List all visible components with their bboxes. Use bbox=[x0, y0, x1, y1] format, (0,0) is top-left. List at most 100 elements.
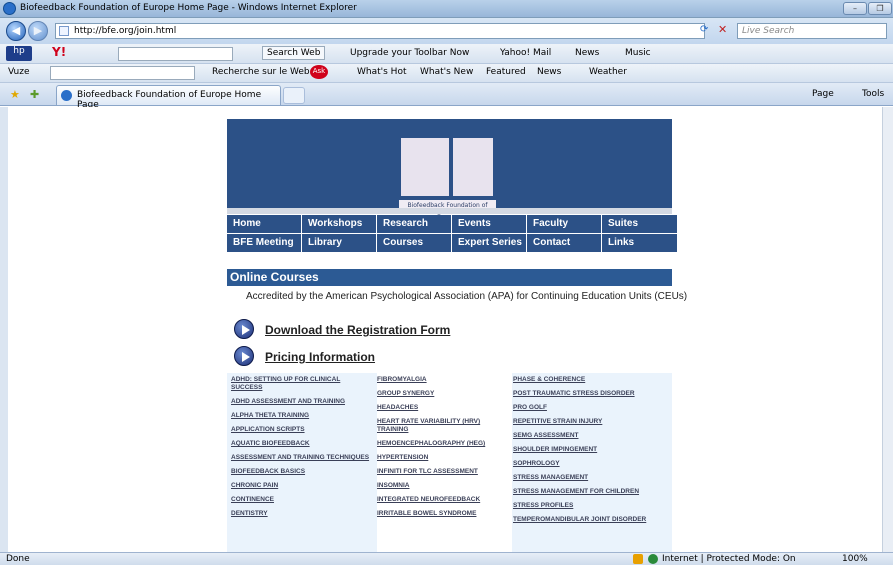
nav-courses[interactable]: Courses bbox=[377, 234, 451, 252]
course-link[interactable]: APPLICATION SCRIPTS bbox=[231, 426, 371, 434]
nav-links[interactable]: Links bbox=[602, 234, 677, 252]
pricing-information-link[interactable]: Pricing Information bbox=[265, 350, 375, 364]
nav-bfe-meeting[interactable]: BFE Meeting bbox=[227, 234, 301, 252]
yahoo-icon[interactable]: Y! bbox=[52, 45, 66, 59]
course-link[interactable]: CHRONIC PAIN bbox=[231, 482, 371, 490]
nav-faculty[interactable]: Faculty bbox=[527, 215, 601, 233]
course-link[interactable]: INTEGRATED NEUROFEEDBACK bbox=[377, 496, 512, 504]
weather-link[interactable]: Weather bbox=[589, 67, 627, 77]
section-title: Online Courses bbox=[227, 269, 672, 286]
security-icon bbox=[633, 554, 643, 564]
course-link[interactable]: STRESS MANAGEMENT FOR CHILDREN bbox=[513, 488, 672, 496]
vuze-search-input[interactable] bbox=[50, 66, 195, 80]
nav-contact[interactable]: Contact bbox=[527, 234, 601, 252]
zone-text: Internet | Protected Mode: On bbox=[662, 554, 796, 564]
ie-logo-icon bbox=[3, 2, 16, 15]
course-link[interactable]: HEADACHES bbox=[377, 404, 512, 412]
featured-link[interactable]: Featured bbox=[486, 67, 526, 77]
address-bar-row: ◀ ▶ http://bfe.org/join.html ⟳ ✕ Live Se… bbox=[0, 18, 893, 44]
course-link[interactable]: PHASE & COHERENCE bbox=[513, 376, 672, 384]
course-link[interactable]: SOPHROLOGY bbox=[513, 460, 672, 468]
upgrade-toolbar-link[interactable]: Upgrade your Toolbar Now bbox=[350, 48, 469, 58]
url-text: http://bfe.org/join.html bbox=[74, 26, 177, 36]
recherche-link[interactable]: Recherche sur le Web bbox=[212, 67, 310, 77]
banner-strip bbox=[227, 208, 672, 214]
nav-suites[interactable]: Suites bbox=[602, 215, 677, 233]
whats-hot-link[interactable]: What's Hot bbox=[357, 67, 406, 77]
ask-icon[interactable]: Ask bbox=[310, 65, 328, 79]
page-icon bbox=[59, 26, 69, 36]
course-link[interactable]: BIOFEEDBACK BASICS bbox=[231, 468, 371, 476]
nav-research[interactable]: Research bbox=[377, 215, 451, 233]
vuze-toolbar: Vuze Recherche sur le Web Ask What's Hot… bbox=[0, 64, 893, 83]
left-frame bbox=[0, 107, 8, 552]
course-link[interactable]: SHOULDER IMPINGEMENT bbox=[513, 446, 672, 454]
course-link[interactable]: REPETITIVE STRAIN INJURY bbox=[513, 418, 672, 426]
nav-home[interactable]: Home bbox=[227, 215, 301, 233]
nav-expert-series[interactable]: Expert Series bbox=[452, 234, 526, 252]
pricing-play-icon[interactable] bbox=[234, 346, 254, 366]
course-link[interactable]: SEMG ASSESSMENT bbox=[513, 432, 672, 440]
course-link[interactable]: TEMPEROMANDIBULAR JOINT DISORDER bbox=[513, 516, 672, 524]
course-link[interactable]: POST TRAUMATIC STRESS DISORDER bbox=[513, 390, 672, 398]
zoom-level[interactable]: 100% bbox=[842, 554, 868, 564]
course-link[interactable]: ADHD ASSESSMENT AND TRAINING bbox=[231, 398, 371, 406]
window-title: Biofeedback Foundation of Europe Home Pa… bbox=[20, 3, 357, 13]
vuze-label[interactable]: Vuze bbox=[8, 67, 30, 77]
nav-events[interactable]: Events bbox=[452, 215, 526, 233]
download-registration-link[interactable]: Download the Registration Form bbox=[265, 323, 450, 337]
news-link[interactable]: News bbox=[575, 48, 599, 58]
search-web-button[interactable]: Search Web bbox=[262, 46, 326, 60]
course-link[interactable]: INFINITI FOR TLC ASSESSMENT bbox=[377, 468, 512, 476]
course-link[interactable]: GROUP SYNERGY bbox=[377, 390, 512, 398]
tab-ie-icon bbox=[61, 90, 72, 101]
refresh-icon[interactable]: ⟳ bbox=[700, 24, 708, 35]
page-menu[interactable]: Page bbox=[812, 89, 834, 99]
course-link[interactable]: DENTISTRY bbox=[231, 510, 371, 518]
tab-active[interactable]: Biofeedback Foundation of Europe Home Pa… bbox=[56, 85, 281, 110]
course-link[interactable]: CONTINENCE bbox=[231, 496, 371, 504]
forward-button[interactable]: ▶ bbox=[28, 21, 48, 41]
favorites-star-icon[interactable]: ★ bbox=[10, 88, 20, 101]
course-link[interactable]: AQUATIC BIOFEEDBACK bbox=[231, 440, 371, 448]
course-link[interactable]: HYPERTENSION bbox=[377, 454, 512, 462]
yahoo-toolbar: hp Y! Search Web Upgrade your Toolbar No… bbox=[0, 44, 893, 64]
minimize-button[interactable]: – bbox=[843, 2, 867, 15]
live-search-input[interactable]: Live Search bbox=[737, 23, 887, 39]
music-link[interactable]: Music bbox=[625, 48, 651, 58]
course-link[interactable]: STRESS PROFILES bbox=[513, 502, 672, 510]
yahoo-mail-link[interactable]: Yahoo! Mail bbox=[500, 48, 551, 58]
course-link[interactable]: ASSESSMENT AND TRAINING TECHNIQUES bbox=[231, 454, 371, 462]
course-link[interactable]: STRESS MANAGEMENT bbox=[513, 474, 672, 482]
course-link[interactable]: HEART RATE VARIABILITY (HRV) TRAINING bbox=[377, 418, 512, 434]
course-link[interactable]: PRO GOLF bbox=[513, 404, 672, 412]
nav-workshops[interactable]: Workshops bbox=[302, 215, 376, 233]
site-banner: Biofeedback Foundation of Europe bbox=[227, 119, 672, 221]
title-bar: Biofeedback Foundation of Europe Home Pa… bbox=[0, 0, 893, 18]
course-column-1: ADHD: SETTING UP FOR CLINICAL SUCCESS ADH… bbox=[231, 373, 371, 552]
address-input[interactable]: http://bfe.org/join.html bbox=[55, 23, 705, 39]
yahoo-search-input[interactable] bbox=[118, 47, 233, 61]
whats-new-link[interactable]: What's New bbox=[420, 67, 473, 77]
tab-row: ★ ✚ Biofeedback Foundation of Europe Hom… bbox=[0, 83, 893, 110]
new-tab-button[interactable] bbox=[283, 87, 305, 104]
course-link[interactable]: IRRITABLE BOWEL SYNDROME bbox=[377, 510, 512, 518]
vertical-scrollbar[interactable] bbox=[882, 107, 893, 552]
nav-library[interactable]: Library bbox=[302, 234, 376, 252]
course-list: ADHD: SETTING UP FOR CLINICAL SUCCESS ADH… bbox=[227, 373, 672, 552]
news2-link[interactable]: News bbox=[537, 67, 561, 77]
tools-menu[interactable]: Tools bbox=[862, 89, 884, 99]
stop-icon[interactable]: ✕ bbox=[718, 23, 727, 36]
course-link[interactable]: FIBROMYALGIA bbox=[377, 376, 512, 384]
status-text: Done bbox=[6, 554, 30, 564]
hp-icon[interactable]: hp bbox=[6, 46, 32, 61]
course-link[interactable]: INSOMNIA bbox=[377, 482, 512, 490]
download-play-icon[interactable] bbox=[234, 319, 254, 339]
course-link[interactable]: HEMOENCEPHALOGRAPHY (HEG) bbox=[377, 440, 512, 448]
course-column-2: FIBROMYALGIA GROUP SYNERGY HEADACHES HEART … bbox=[377, 373, 512, 552]
course-link[interactable]: ALPHA THETA TRAINING bbox=[231, 412, 371, 420]
restore-button[interactable]: ❐ bbox=[868, 2, 892, 15]
course-link[interactable]: ADHD: SETTING UP FOR CLINICAL SUCCESS bbox=[231, 376, 371, 392]
back-button[interactable]: ◀ bbox=[6, 21, 26, 41]
add-favorites-icon[interactable]: ✚ bbox=[30, 88, 39, 101]
